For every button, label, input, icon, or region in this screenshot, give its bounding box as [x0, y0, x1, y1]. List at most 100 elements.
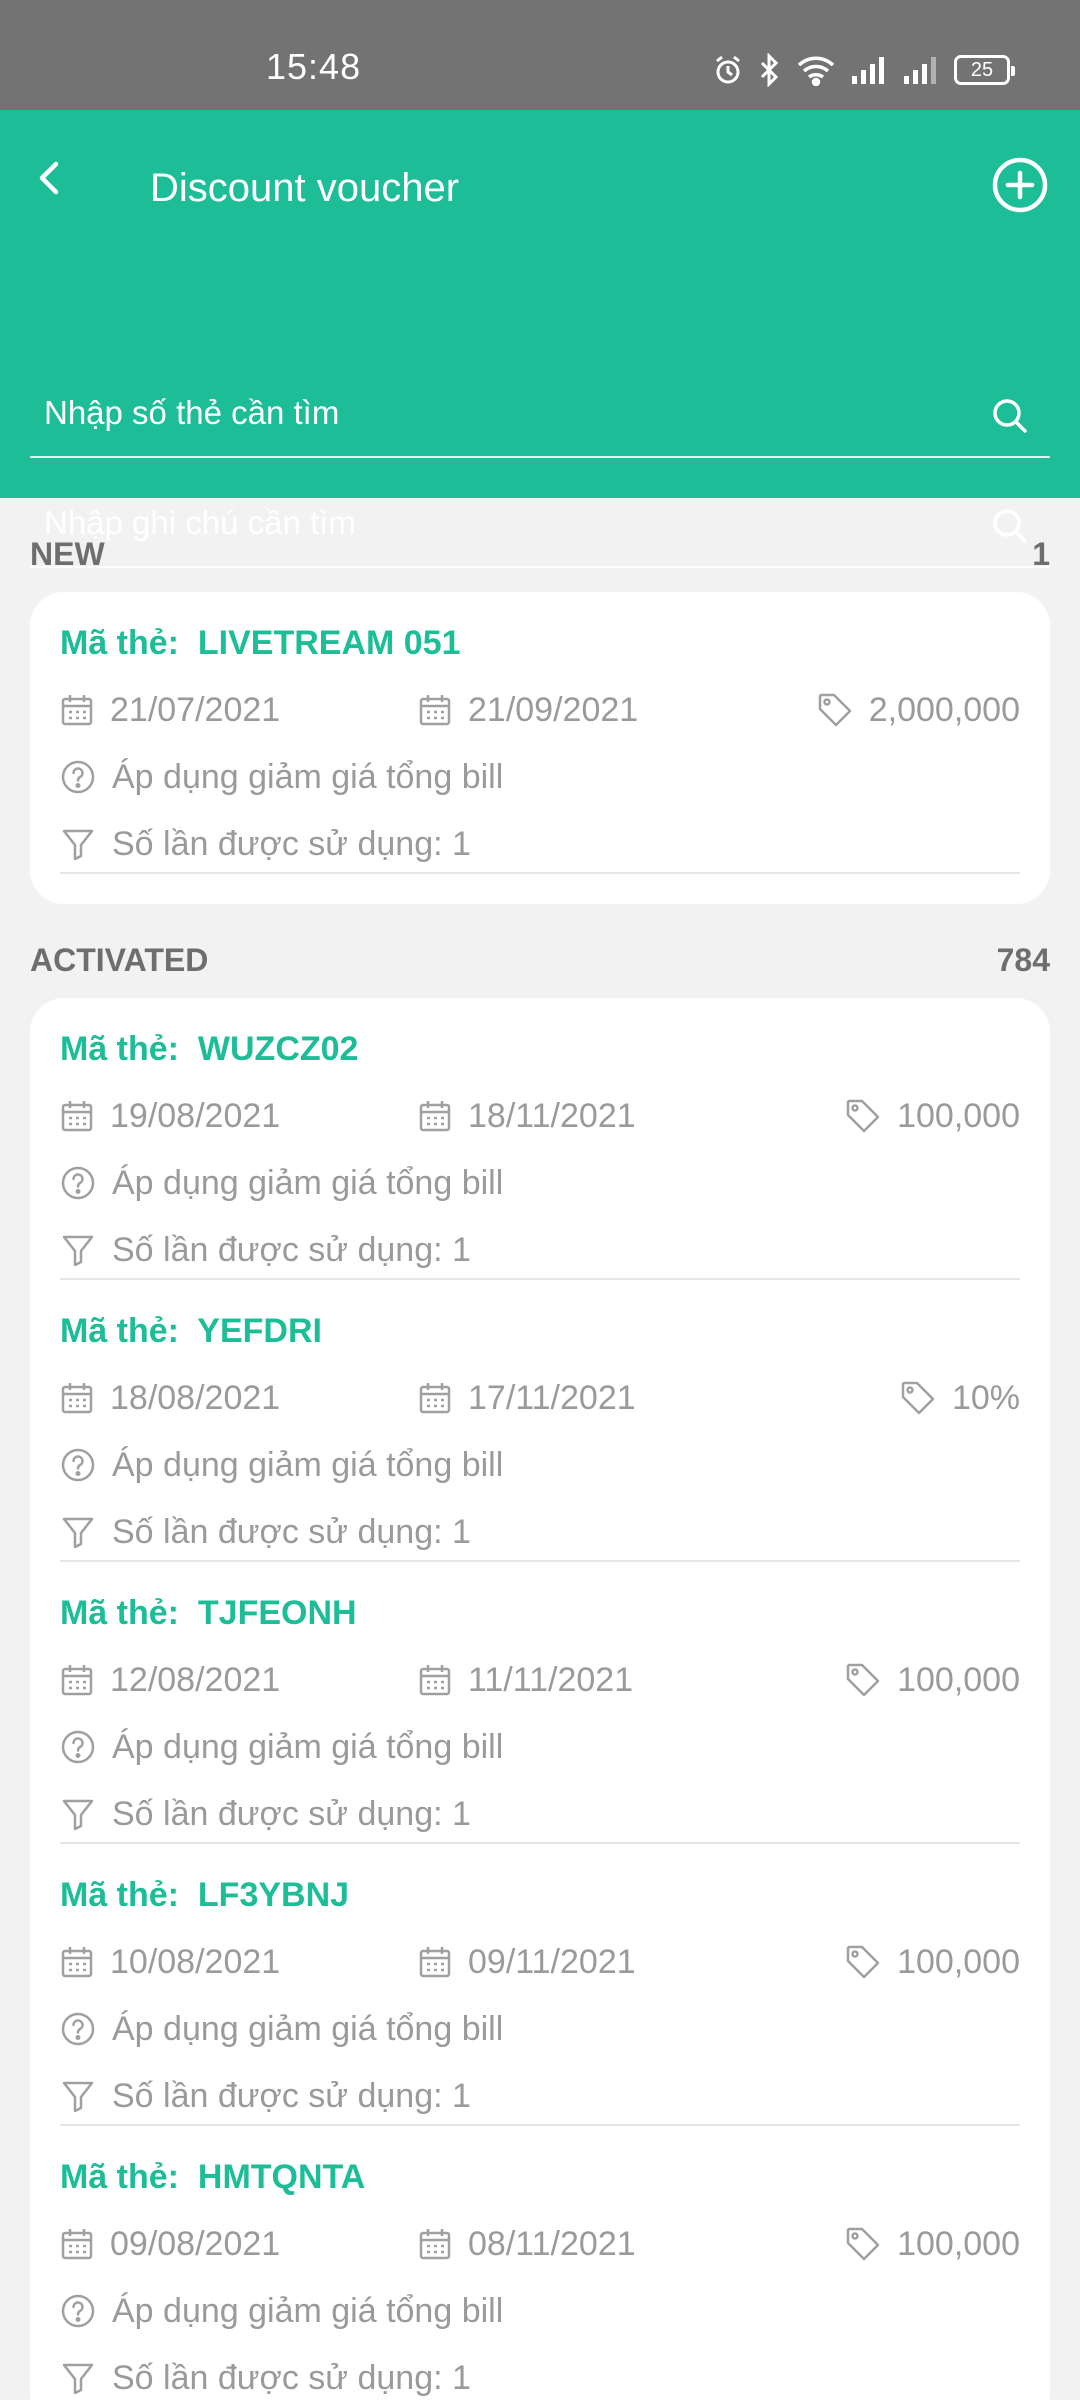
calendar-icon	[61, 1101, 93, 1132]
app-header: Discount voucher Nhập số thẻ cần tìm Nhậ…	[0, 110, 1080, 568]
apply-text: Áp dụng giảm giá tổng bill	[112, 757, 504, 796]
voucher-usage-row: Số lần được sử dụng: 1	[60, 1228, 1020, 1272]
apply-cell: Áp dụng giảm giá tổng bill	[60, 1443, 503, 1487]
voucher-code-value: LF3YBNJ	[197, 1876, 350, 1914]
calendar-icon	[419, 695, 451, 726]
voucher-dates-row: 12/08/2021 11/11/2021 100,000	[60, 1658, 1020, 1702]
end-date: 18/11/2021	[418, 1094, 636, 1138]
signal-icon-2	[904, 57, 936, 84]
tag-icon	[846, 1099, 880, 1133]
voucher-dates-row: 10/08/2021 09/11/2021 100,000	[60, 1940, 1020, 1984]
voucher-code: Mã thẻ: HMTQNTA	[60, 2158, 365, 2197]
voucher-item[interactable]: Mã thẻ: YEFDRI 18/08/2021 17/11/2021 10%…	[60, 1280, 1020, 1562]
usage-text: Số lần được sử dụng: 1	[112, 2358, 471, 2397]
start-date-text: 19/08/2021	[110, 1096, 281, 1135]
search-icon[interactable]	[990, 396, 1030, 436]
start-date-text: 12/08/2021	[110, 1660, 281, 1699]
voucher-code-prefix: Mã thẻ:	[60, 1030, 179, 1068]
usage-text: Số lần được sử dụng: 1	[112, 2076, 471, 2115]
status-bar: 15:48 25	[0, 0, 1080, 110]
add-circle-icon[interactable]	[990, 155, 1050, 215]
voucher-value: 100,000	[845, 1658, 1020, 1702]
start-date: 18/08/2021	[60, 1376, 280, 1420]
start-date: 09/08/2021	[60, 2222, 280, 2266]
voucher-code-prefix: Mã thẻ:	[60, 2158, 179, 2196]
search-card-number-input[interactable]: Nhập số thẻ cần tìm	[30, 370, 1050, 458]
voucher-dates-row: 21/07/2021 21/09/2021 2,000,000	[60, 688, 1020, 732]
search-card-placeholder: Nhập số thẻ cần tìm	[44, 394, 340, 431]
apply-cell: Áp dụng giảm giá tổng bill	[60, 1725, 503, 1769]
voucher-value-text: 100,000	[897, 2224, 1020, 2263]
calendar-icon	[61, 1665, 93, 1696]
end-date: 09/11/2021	[418, 1940, 636, 1984]
calendar-icon	[419, 1101, 451, 1132]
apply-cell: Áp dụng giảm giá tổng bill	[60, 2007, 503, 2051]
apply-text: Áp dụng giảm giá tổng bill	[112, 1445, 504, 1484]
apply-text: Áp dụng giảm giá tổng bill	[112, 1727, 504, 1766]
filter-icon	[62, 1799, 94, 1831]
start-date-text: 09/08/2021	[110, 2224, 281, 2263]
bluetooth-icon	[760, 53, 779, 87]
back-arrow-icon[interactable]	[30, 158, 70, 198]
voucher-value-text: 10%	[951, 1378, 1020, 1417]
voucher-item[interactable]: Mã thẻ: WUZCZ02 19/08/2021 18/11/2021 10…	[60, 998, 1020, 1280]
section-header-new: NEW 1	[30, 534, 1050, 574]
calendar-icon	[419, 1947, 451, 1978]
voucher-code: Mã thẻ: LIVETREAM 051	[60, 624, 461, 663]
voucher-item[interactable]: Mã thẻ: HMTQNTA 09/08/2021 08/11/2021 10…	[60, 2126, 1020, 2400]
usage-text: Số lần được sử dụng: 1	[112, 1512, 471, 1551]
voucher-code-value: HMTQNTA	[197, 2158, 366, 2196]
filter-icon	[62, 1235, 94, 1267]
voucher-item[interactable]: Mã thẻ: LF3YBNJ 10/08/2021 09/11/2021 10…	[60, 1844, 1020, 2126]
voucher-apply-row: Áp dụng giảm giá tổng bill	[60, 1725, 1020, 1769]
voucher-value-text: 100,000	[897, 1096, 1020, 1135]
voucher-usage-row: Số lần được sử dụng: 1	[60, 1792, 1020, 1836]
usage-cell: Số lần được sử dụng: 1	[60, 2074, 471, 2118]
voucher-value: 2,000,000	[817, 688, 1020, 732]
calendar-icon	[61, 695, 93, 726]
voucher-apply-row: Áp dụng giảm giá tổng bill	[60, 2007, 1020, 2051]
calendar-icon	[419, 1665, 451, 1696]
signal-icon	[852, 57, 884, 84]
voucher-code-prefix: Mã thẻ:	[60, 1312, 179, 1350]
status-icons: 25	[712, 52, 1015, 88]
section-label: ACTIVATED	[30, 941, 209, 978]
section-count: 1	[1032, 535, 1050, 572]
voucher-code-value: YEFDRI	[197, 1312, 322, 1350]
voucher-value: 100,000	[845, 1940, 1020, 1984]
section-header-activated: ACTIVATED 784	[30, 940, 1050, 980]
battery-icon: 25	[954, 55, 1015, 85]
question-circle-icon	[61, 1166, 95, 1200]
voucher-item[interactable]: Mã thẻ: TJFEONH 12/08/2021 11/11/2021 10…	[60, 1562, 1020, 1844]
question-circle-icon	[61, 2294, 95, 2328]
voucher-dates-row: 18/08/2021 17/11/2021 10%	[60, 1376, 1020, 1420]
start-date: 21/07/2021	[60, 688, 280, 732]
tag-icon	[846, 1945, 880, 1979]
end-date-text: 11/11/2021	[468, 1660, 634, 1699]
voucher-apply-row: Áp dụng giảm giá tổng bill	[60, 755, 1020, 799]
voucher-usage-row: Số lần được sử dụng: 1	[60, 2074, 1020, 2118]
voucher-dates-row: 19/08/2021 18/11/2021 100,000	[60, 1094, 1020, 1138]
calendar-icon	[61, 1383, 93, 1414]
alarm-icon	[716, 55, 740, 84]
start-date: 10/08/2021	[60, 1940, 280, 1984]
filter-icon	[62, 829, 94, 861]
wifi-icon	[797, 56, 835, 86]
voucher-code: Mã thẻ: TJFEONH	[60, 1594, 357, 1633]
voucher-usage-row: Số lần được sử dụng: 1	[60, 822, 1020, 866]
usage-text: Số lần được sử dụng: 1	[112, 1794, 471, 1833]
voucher-card-new: Mã thẻ: LIVETREAM 051 21/07/2021 21/09/2…	[30, 592, 1050, 904]
filter-icon	[62, 2081, 94, 2113]
apply-cell: Áp dụng giảm giá tổng bill	[60, 1161, 503, 1205]
voucher-value: 100,000	[845, 2222, 1020, 2266]
apply-cell: Áp dụng giảm giá tổng bill	[60, 2289, 503, 2333]
voucher-code: Mã thẻ: WUZCZ02	[60, 1030, 358, 1069]
calendar-icon	[419, 1383, 451, 1414]
voucher-item[interactable]: Mã thẻ: LIVETREAM 051 21/07/2021 21/09/2…	[60, 592, 1020, 874]
voucher-code-prefix: Mã thẻ:	[60, 624, 179, 662]
tag-icon	[846, 2227, 880, 2261]
question-circle-icon	[61, 1730, 95, 1764]
tag-icon	[846, 1663, 880, 1697]
filter-icon	[62, 2363, 94, 2395]
voucher-value-text: 2,000,000	[868, 690, 1020, 729]
